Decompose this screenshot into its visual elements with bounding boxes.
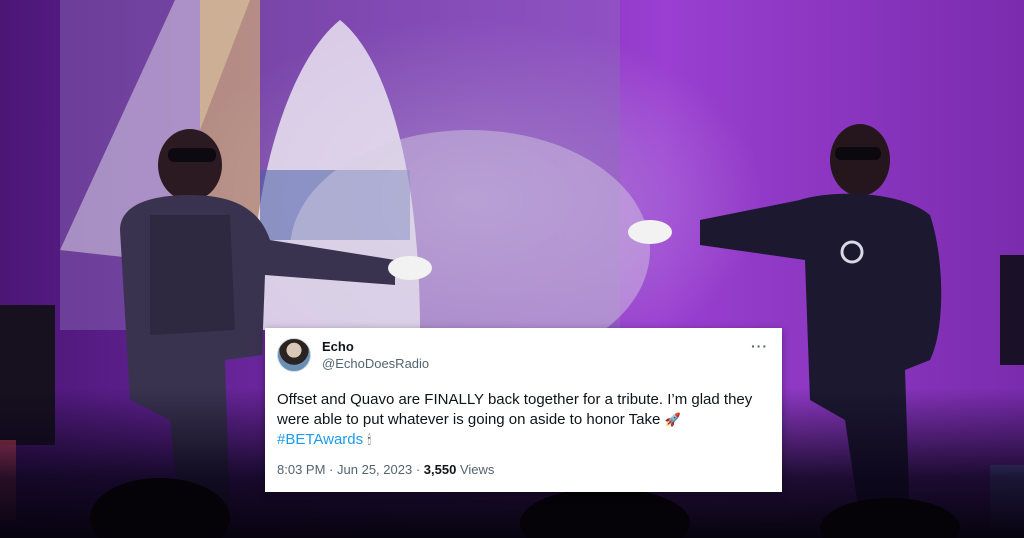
candle-icon: 🕯 xyxy=(367,432,372,447)
user-handle[interactable]: @EchoDoesRadio xyxy=(322,355,429,372)
tweet-text: Offset and Quavo are FINALLY back togeth… xyxy=(277,390,770,450)
tweet-time[interactable]: 8:03 PM xyxy=(277,462,325,477)
tweet-card[interactable]: Echo @EchoDoesRadio ··· Offset and Quavo… xyxy=(265,328,782,492)
speaker-right xyxy=(1000,255,1024,365)
views-count: 3,550 xyxy=(423,462,457,477)
more-horizontal-icon[interactable]: ··· xyxy=(751,338,768,354)
meta-separator: · xyxy=(415,462,421,477)
hashtag-link[interactable]: #BETAwards xyxy=(277,431,363,448)
rocket-icon: 🚀 xyxy=(664,412,681,427)
tweet-meta: 8:03 PM · Jun 25, 2023 · 3,550 Views xyxy=(277,462,770,477)
tweet-date[interactable]: Jun 25, 2023 xyxy=(337,462,412,477)
meta-separator: · xyxy=(329,462,334,477)
avatar[interactable] xyxy=(277,338,311,372)
views-label: Views xyxy=(459,462,495,477)
tweet-header: Echo @EchoDoesRadio ··· xyxy=(277,338,770,380)
display-name[interactable]: Echo xyxy=(322,338,429,355)
tweet-body-text: Offset and Quavo are FINALLY back togeth… xyxy=(277,391,753,428)
tweet-author: Echo @EchoDoesRadio xyxy=(322,338,429,372)
